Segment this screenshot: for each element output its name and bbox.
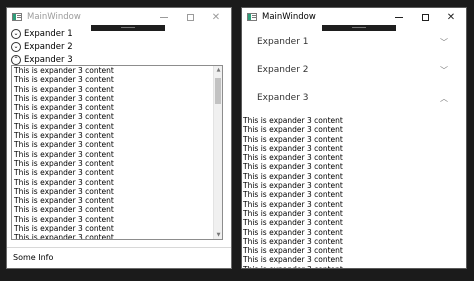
content-line: This is expander 3 content xyxy=(14,103,114,113)
content-line: This is expander 3 content xyxy=(243,162,343,172)
chevron-down-icon: ⌄ xyxy=(11,29,21,39)
window-title: MainWindow xyxy=(27,12,81,22)
expander-1-header[interactable]: ⌄ Expander 1 xyxy=(11,28,73,40)
content-line: This is expander 3 content xyxy=(243,171,343,181)
status-bar: Some Info xyxy=(7,247,231,268)
scroll-down-icon[interactable]: ▼ xyxy=(215,232,222,238)
content-line: This is expander 3 content xyxy=(14,196,114,206)
content-line: This is expander 3 content xyxy=(14,75,114,85)
content-line: This is expander 3 content xyxy=(14,149,114,159)
content-line: This is expander 3 content xyxy=(14,224,114,234)
content-list: This is expander 3 content This is expand… xyxy=(12,66,222,240)
content-line: This is expander 3 content xyxy=(243,116,343,125)
maximize-icon xyxy=(186,13,194,21)
content-line: This is expander 3 content xyxy=(14,131,114,141)
content-line: This is expander 3 content xyxy=(243,208,343,218)
close-button[interactable]: ✕ xyxy=(203,10,229,25)
content-line: This is expander 3 content xyxy=(14,121,114,131)
minimize-icon xyxy=(395,16,403,18)
content-line: This is expander 3 content xyxy=(242,265,466,268)
chevron-down-icon: ﹀ xyxy=(440,66,448,75)
expander-1-header[interactable]: Expander 1 ﹀ xyxy=(242,28,466,56)
content-line: This is expander 3 content xyxy=(243,190,343,200)
vertical-scrollbar[interactable]: ▲ ▼ xyxy=(213,66,222,239)
content-line: This is expander 3 content xyxy=(243,255,343,265)
maximize-icon xyxy=(421,13,429,21)
expander-2-header[interactable]: Expander 2 ﹀ xyxy=(242,56,466,84)
expander-label: Expander 1 xyxy=(24,29,73,39)
content-line: This is expander 3 content xyxy=(14,158,114,168)
expander-2-header[interactable]: ⌄ Expander 2 xyxy=(11,41,73,53)
expander-label: Expander 2 xyxy=(257,65,309,75)
content-line: This is expander 3 content xyxy=(243,153,343,163)
chevron-down-icon: ﹀ xyxy=(440,38,448,47)
content-line: This is expander 3 content xyxy=(14,205,114,215)
content-line: This is expander 3 content xyxy=(14,112,114,122)
chevron-down-icon: ⌄ xyxy=(11,42,21,52)
maximize-button[interactable] xyxy=(177,10,203,25)
close-icon: ✕ xyxy=(211,12,221,23)
window-title: MainWindow xyxy=(262,12,316,22)
chevron-up-icon: ⌃ xyxy=(11,55,21,65)
expander-label: Expander 2 xyxy=(24,42,73,52)
content-line: This is expander 3 content xyxy=(14,168,114,178)
debug-toolbar[interactable] xyxy=(91,25,165,31)
content-line: This is expander 3 content xyxy=(243,246,343,256)
expander-3-content[interactable]: This is expander 3 content This is expand… xyxy=(11,65,223,240)
minimize-icon xyxy=(160,16,168,18)
content-line: This is expander 3 content xyxy=(243,134,343,144)
content-line: This is expander 3 content xyxy=(14,214,114,224)
expander-label: Expander 3 xyxy=(257,93,309,103)
app-icon xyxy=(12,13,22,21)
expander-label: Expander 3 xyxy=(24,55,73,65)
close-button[interactable]: ✕ xyxy=(438,10,464,25)
content-line: This is expander 3 content xyxy=(14,140,114,150)
expander-3-header[interactable]: Expander 3 ︿ xyxy=(242,84,466,112)
content-line: This is expander 3 content xyxy=(14,93,114,103)
app-icon xyxy=(247,13,257,21)
content-line: This is expander 3 content xyxy=(14,233,114,240)
content-line: This is expander 3 content xyxy=(14,177,114,187)
content-line: This is expander 3 content xyxy=(243,125,343,135)
content-line: This is expander 3 content xyxy=(14,84,114,94)
close-icon: ✕ xyxy=(446,12,456,23)
content-line: This is expander 3 content xyxy=(14,66,114,75)
content-line: This is expander 3 content xyxy=(243,181,343,191)
main-window-right: MainWindow ✕ Expander 1 ﹀ Expander 2 ﹀ E… xyxy=(241,7,467,269)
chevron-up-icon: ︿ xyxy=(440,94,448,103)
content-line: This is expander 3 content xyxy=(243,236,343,246)
content-line: This is expander 3 content xyxy=(243,218,343,228)
status-text: Some Info xyxy=(13,253,54,262)
main-window-left: MainWindow ✕ ⌄ Expander 1 ⌄ Expander 2 ⌃… xyxy=(6,7,232,269)
maximize-button[interactable] xyxy=(412,10,438,25)
scroll-thumb[interactable] xyxy=(215,78,221,104)
minimize-button[interactable] xyxy=(386,10,412,25)
content-line: This is expander 3 content xyxy=(243,199,343,209)
content-line: This is expander 3 content xyxy=(243,227,343,237)
expander-3-content: This is expander 3 content This is expand… xyxy=(242,116,466,268)
scroll-up-icon[interactable]: ▲ xyxy=(215,67,222,73)
minimize-button[interactable] xyxy=(151,10,177,25)
content-line: This is expander 3 content xyxy=(243,143,343,153)
expander-label: Expander 1 xyxy=(257,37,309,47)
content-line: This is expander 3 content xyxy=(14,186,114,196)
